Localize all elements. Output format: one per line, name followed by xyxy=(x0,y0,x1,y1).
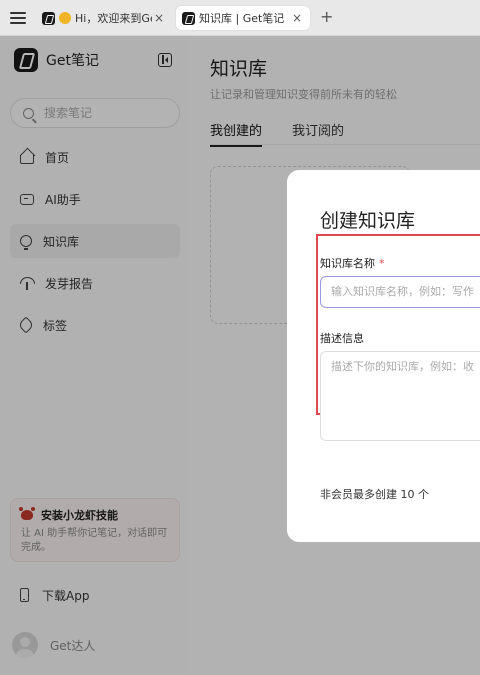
name-field-label: 知识库名称 * xyxy=(320,255,385,271)
create-knowledge-base-dialog: 创建知识库 知识库名称 * 输入知识库名称，例如：写作 描述信息 描述下你的知识库… xyxy=(287,170,480,542)
get-notes-favicon xyxy=(42,11,55,25)
browser-tab-welcome[interactable]: Hi，欢迎来到Get × xyxy=(36,6,172,30)
get-notes-favicon xyxy=(182,11,195,25)
required-mark: * xyxy=(379,257,385,270)
description-textarea[interactable]: 描述下你的知识库，例如：收 xyxy=(320,351,480,441)
new-tab-icon[interactable]: + xyxy=(320,9,333,25)
close-icon[interactable]: × xyxy=(290,11,304,25)
member-limit-note: 非会员最多创建 10 个 xyxy=(320,488,429,501)
name-placeholder: 输入知识库名称，例如：写作 xyxy=(331,285,474,298)
tab-title: 知识库 | Get笔记 xyxy=(199,12,285,25)
wave-emoji-icon xyxy=(59,12,71,24)
dialog-title: 创建知识库 xyxy=(320,210,416,232)
close-icon[interactable]: × xyxy=(152,11,166,25)
description-field-label: 描述信息 xyxy=(320,332,364,345)
description-placeholder: 描述下你的知识库，例如：收 xyxy=(331,360,474,373)
name-label-text: 知识库名称 xyxy=(320,257,375,270)
browser-tab-knowledge[interactable]: 知识库 | Get笔记 × xyxy=(176,6,310,30)
tab-title: Hi，欢迎来到Get xyxy=(75,12,152,25)
menu-icon[interactable] xyxy=(10,10,26,26)
browser-tab-strip: Hi，欢迎来到Get × 知识库 | Get笔记 × + xyxy=(0,0,480,36)
knowledge-base-name-input[interactable]: 输入知识库名称，例如：写作 xyxy=(320,276,480,308)
